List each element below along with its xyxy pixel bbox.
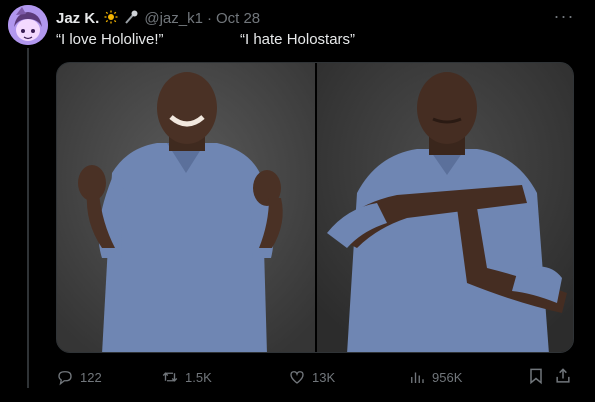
author-avatar[interactable]: [8, 5, 48, 45]
post-header: Jaz K. @jaz_k1 · Oct 28: [56, 8, 260, 28]
like-count: 13K: [312, 369, 336, 385]
reply-count: 122: [80, 369, 102, 385]
like-button[interactable]: 13K: [288, 366, 335, 388]
more-options-button[interactable]: ···: [552, 6, 576, 26]
post-text-left: “I love Hololive!”: [56, 31, 164, 48]
separator-dot: ·: [206, 9, 212, 27]
sun-icon: [104, 10, 118, 26]
reply-button[interactable]: 122: [56, 366, 102, 388]
views-icon: [411, 372, 424, 383]
post-timestamp[interactable]: Oct 28: [216, 10, 260, 27]
avatar-image: [8, 5, 48, 45]
views-count: 956K: [432, 369, 463, 385]
post-media[interactable]: [56, 62, 574, 353]
bookmark-icon: [530, 368, 542, 385]
man-timeout-figure: [317, 63, 573, 352]
tweet-post[interactable]: Jaz K. @jaz_k1 · Oct 28 ··· “I love Holo…: [0, 0, 595, 402]
repost-icon: [162, 372, 178, 382]
man-smiling-figure: [57, 63, 315, 352]
views-button[interactable]: 956K: [408, 366, 462, 388]
repost-count: 1.5K: [185, 369, 212, 385]
post-text-right: “I hate Holostars”: [240, 31, 356, 48]
reply-icon: [58, 371, 72, 386]
more-icon: ···: [553, 6, 575, 26]
heart-icon: [290, 371, 304, 384]
repost-button[interactable]: 1.5K: [161, 366, 212, 388]
author-name[interactable]: Jaz K.: [56, 10, 99, 27]
share-icon: [556, 368, 570, 383]
bookmark-button[interactable]: [526, 366, 546, 386]
thread-line: [27, 48, 29, 388]
share-button[interactable]: [553, 366, 573, 386]
photo-right[interactable]: [317, 63, 573, 352]
action-bar: 122 1.5K 13K 956K: [56, 366, 576, 388]
author-handle[interactable]: @jaz_k1: [144, 10, 203, 27]
microphone-icon: [123, 9, 139, 27]
photo-left[interactable]: [57, 63, 315, 352]
